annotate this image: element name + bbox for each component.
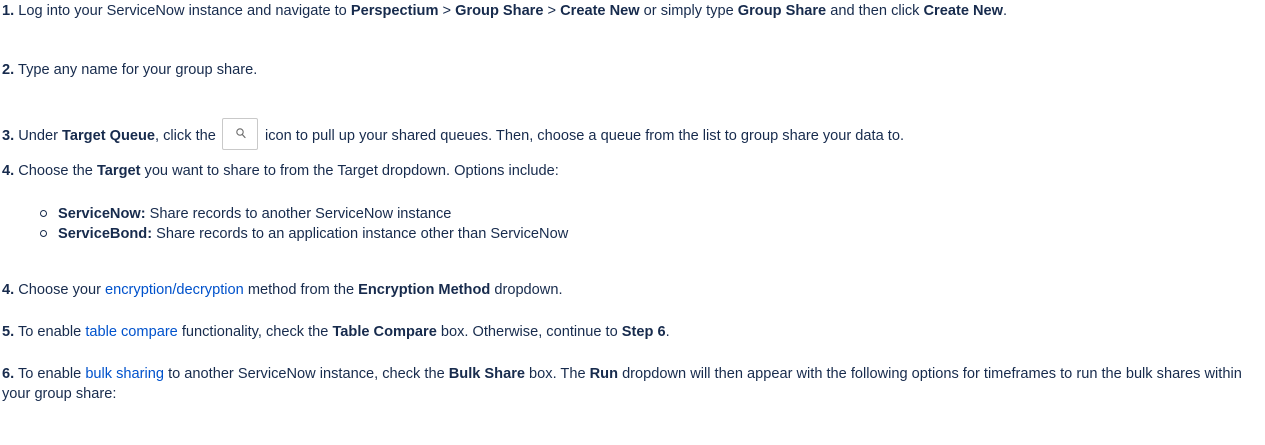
step-number: 4.	[2, 282, 15, 298]
step-number: 1.	[2, 3, 15, 19]
term-table-compare: Table Compare	[332, 324, 437, 340]
step-2: 2. Type any name for your group share.	[2, 62, 258, 78]
step-number: 3.	[2, 128, 15, 144]
target-options-list: ServiceNow: Share records to another Ser…	[40, 204, 568, 244]
step-4-target: 4. Choose the Target you want to share t…	[2, 163, 559, 179]
term-step-6: Step 6	[621, 324, 666, 340]
step-6: 6. To enable bulk sharing to another Ser…	[2, 366, 1242, 402]
step-3: 3. Under Target Queue, click the icon to…	[2, 118, 904, 150]
term-group-share: Group Share	[737, 3, 827, 19]
term-target-queue: Target Queue	[62, 128, 156, 144]
step-number: 4.	[2, 163, 15, 179]
step-number: 2.	[2, 62, 15, 78]
term-bulk-share: Bulk Share	[448, 366, 525, 382]
bulk-sharing-link[interactable]: bulk sharing	[85, 366, 164, 382]
menu-perspectium: Perspectium	[350, 3, 439, 19]
step-5: 5. To enable table compare functionality…	[2, 324, 670, 340]
step-4-encryption: 4. Choose your encryption/decryption met…	[2, 282, 563, 298]
term-create-new: Create New	[923, 3, 1004, 19]
table-compare-link[interactable]: table compare	[85, 324, 177, 340]
step-number: 6.	[2, 366, 15, 382]
list-item: ServiceBond: Share records to an applica…	[40, 224, 568, 244]
menu-create-new: Create New	[560, 3, 640, 19]
term-encryption-method: Encryption Method	[358, 282, 491, 298]
menu-group-share: Group Share	[455, 3, 544, 19]
bullet-icon	[40, 210, 47, 217]
bullet-icon	[40, 230, 47, 237]
search-icon	[221, 118, 258, 150]
encryption-link[interactable]: encryption/decryption	[105, 282, 244, 298]
term-target: Target	[96, 163, 141, 179]
step-number: 5.	[2, 324, 15, 340]
step-1: 1. Log into your ServiceNow instance and…	[2, 3, 1008, 19]
term-run: Run	[589, 366, 619, 382]
list-item: ServiceNow: Share records to another Ser…	[40, 204, 568, 224]
